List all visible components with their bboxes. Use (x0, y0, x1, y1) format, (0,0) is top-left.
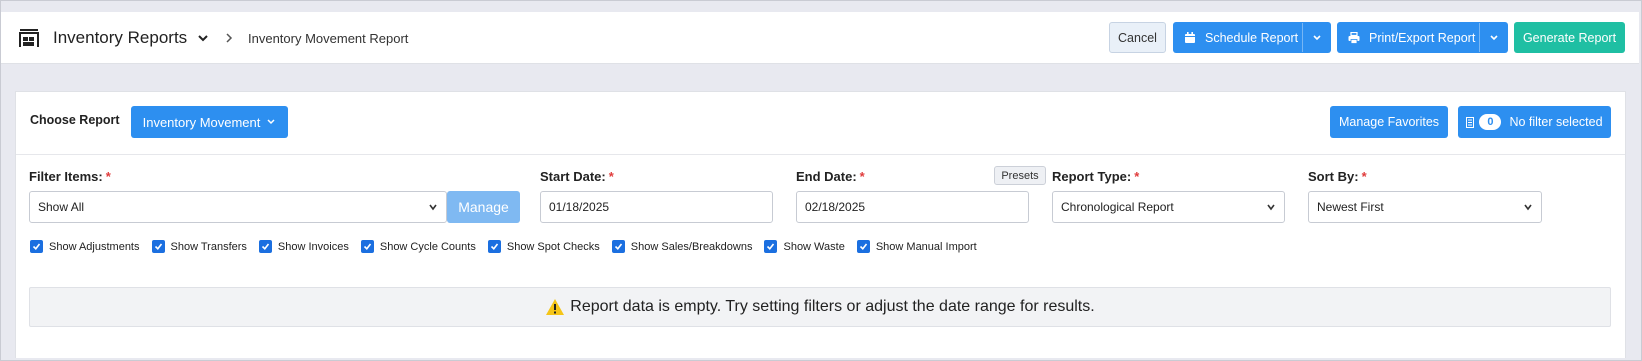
checkbox-checked-icon[interactable] (487, 240, 501, 253)
calendar-icon (1185, 31, 1195, 43)
manage-filter-label: Manage (458, 199, 509, 215)
report-type-label: Report Type: * (1052, 169, 1139, 184)
required-marker: * (105, 169, 111, 184)
required-marker: * (1361, 169, 1367, 184)
chevron-down-icon (429, 204, 437, 211)
checkbox-label: Show Invoices (277, 240, 349, 253)
report-selector-button[interactable]: Inventory Movement (131, 106, 288, 138)
start-date-label-text: Start Date: (540, 169, 606, 184)
checkbox-show-cycle-counts[interactable]: Show Cycle Counts (360, 240, 476, 253)
checkbox-label: Show Transfers (170, 240, 247, 253)
app-title[interactable]: Inventory Reports (53, 28, 187, 48)
top-bar: Inventory Reports Inventory Movement Rep… (1, 12, 1639, 64)
filter-items-label: Filter Items: * (29, 169, 111, 184)
chevron-right-icon (226, 33, 233, 43)
print-dropdown-toggle[interactable] (1479, 23, 1507, 52)
required-marker: * (1134, 169, 1140, 184)
checkbox-checked-icon[interactable] (360, 240, 374, 253)
checkbox-show-spot-checks[interactable]: Show Spot Checks (487, 240, 600, 253)
manage-favorites-button[interactable]: Manage Favorites (1330, 106, 1448, 138)
start-date-value: 01/18/2025 (549, 200, 610, 214)
schedule-report-label: Schedule Report (1205, 30, 1299, 45)
filter-list-icon (1466, 116, 1475, 128)
schedule-dropdown-toggle[interactable] (1302, 23, 1330, 52)
report-card: Choose Report Inventory Movement Manage … (15, 91, 1626, 358)
checkbox-checked-icon[interactable] (151, 240, 165, 253)
checkbox-show-invoices[interactable]: Show Invoices (258, 240, 349, 253)
end-date-input[interactable]: 02/18/2025 (796, 191, 1029, 223)
start-date-label: Start Date: * (540, 169, 614, 184)
report-type-value: Chronological Report (1061, 200, 1174, 214)
warehouse-icon (19, 29, 39, 47)
checkbox-show-adjustments[interactable]: Show Adjustments (30, 240, 140, 253)
chevron-down-icon (1267, 204, 1275, 211)
report-type-label-text: Report Type: (1052, 169, 1132, 184)
report-selector-label: Inventory Movement (142, 114, 261, 130)
checkbox-label: Show Adjustments (49, 240, 140, 253)
chevron-down-icon (1312, 34, 1321, 40)
required-marker: * (859, 169, 865, 184)
sort-by-label-text: Sort By: (1308, 169, 1359, 184)
warning-icon (546, 299, 565, 315)
end-date-label: End Date: * (796, 169, 865, 184)
filter-items-label-text: Filter Items: (29, 169, 103, 184)
filter-status-label: No filter selected (1509, 115, 1603, 129)
report-type-select[interactable]: Chronological Report (1052, 191, 1285, 223)
sort-by-value: Newest First (1317, 200, 1384, 214)
choose-report-label: Choose Report (30, 113, 120, 127)
generate-report-button[interactable]: Generate Report (1514, 22, 1625, 53)
checkbox-label: Show Manual Import (875, 240, 977, 253)
manage-filter-button[interactable]: Manage (447, 191, 520, 223)
sort-by-label: Sort By: * (1308, 169, 1367, 184)
checkbox-row: Show Adjustments Show Transfers Show Inv… (30, 240, 989, 253)
required-marker: * (608, 169, 614, 184)
checkbox-checked-icon[interactable] (258, 240, 272, 253)
checkbox-show-manual-import[interactable]: Show Manual Import (856, 240, 977, 253)
filter-items-select[interactable]: Show All (29, 191, 447, 223)
filter-status-button[interactable]: 0 No filter selected (1458, 106, 1611, 138)
presets-button[interactable]: Presets (994, 166, 1046, 185)
checkbox-checked-icon[interactable] (611, 240, 625, 253)
checkbox-checked-icon[interactable] (856, 240, 870, 253)
checkbox-checked-icon[interactable] (30, 240, 43, 253)
generate-report-label: Generate Report (1522, 30, 1617, 45)
divider (16, 154, 1625, 155)
checkbox-label: Show Spot Checks (506, 240, 600, 253)
checkbox-checked-icon[interactable] (764, 240, 778, 253)
chevron-down-icon (267, 119, 275, 125)
presets-label: Presets (1001, 169, 1039, 182)
cancel-button[interactable]: Cancel (1109, 22, 1166, 53)
checkbox-show-transfers[interactable]: Show Transfers (151, 240, 247, 253)
filter-items-value: Show All (38, 200, 85, 214)
printer-icon (1348, 31, 1360, 44)
chevron-down-icon[interactable] (197, 32, 209, 44)
checkbox-label: Show Waste (783, 240, 845, 253)
empty-report-message: Report data is empty. Try setting filter… (570, 298, 1095, 315)
checkbox-show-waste[interactable]: Show Waste (764, 240, 845, 253)
end-date-value: 02/18/2025 (805, 200, 866, 214)
empty-report-alert: Report data is empty. Try setting filter… (29, 287, 1611, 327)
checkbox-show-sales-breakdowns[interactable]: Show Sales/Breakdowns (611, 240, 753, 253)
sort-by-select[interactable]: Newest First (1308, 191, 1542, 223)
chevron-down-icon (1524, 204, 1532, 211)
print-export-button[interactable]: Print/Export Report (1337, 22, 1508, 53)
cancel-button-label: Cancel (1118, 30, 1157, 45)
chevron-down-icon (1489, 34, 1498, 40)
checkbox-label: Show Sales/Breakdowns (630, 240, 753, 253)
breadcrumb: Inventory Movement Report (248, 31, 409, 46)
manage-favorites-label: Manage Favorites (1338, 115, 1440, 129)
print-export-label: Print/Export Report (1369, 30, 1476, 45)
start-date-input[interactable]: 01/18/2025 (540, 191, 773, 223)
filter-count-badge: 0 (1479, 114, 1502, 130)
schedule-report-button[interactable]: Schedule Report (1173, 22, 1331, 53)
checkbox-label: Show Cycle Counts (379, 240, 476, 253)
end-date-label-text: End Date: (796, 169, 857, 184)
